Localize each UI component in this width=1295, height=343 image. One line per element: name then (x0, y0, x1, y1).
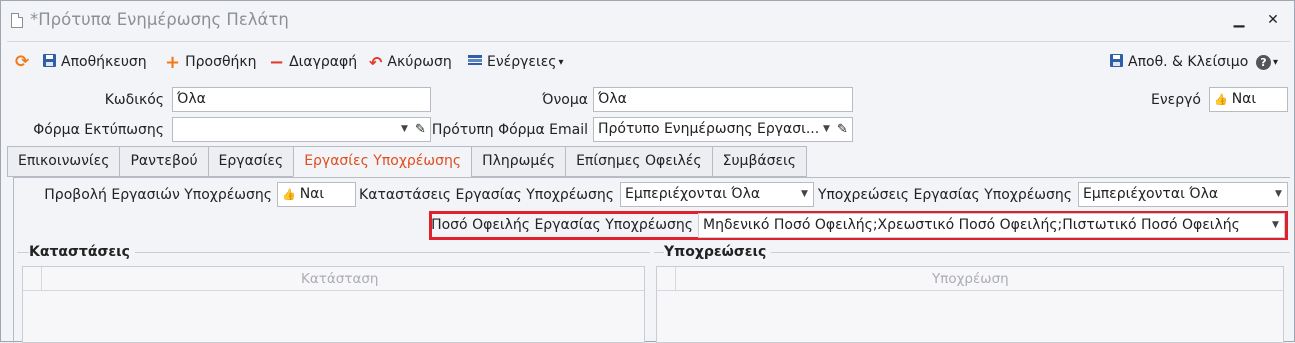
name-field[interactable]: Όλα (593, 87, 853, 112)
active-value: Ναι (1231, 91, 1257, 107)
chevron-down-icon[interactable]: ▼ (1275, 183, 1282, 206)
save-button[interactable]: Αποθήκευση (43, 53, 147, 71)
tab-obligation-tasks[interactable]: Εργασίες Υποχρέωσης (293, 146, 472, 177)
plus-icon: + (165, 51, 181, 73)
print-form-select[interactable]: ▼ ✎ (172, 117, 431, 142)
code-field[interactable]: Όλα (172, 87, 431, 112)
amount-select[interactable]: Μηδενικό Ποσό Οφειλής;Χρεωστικό Ποσό Οφε… (698, 213, 1285, 238)
obligations-select[interactable]: Εμπεριέχονται Όλα ▼ (1078, 182, 1288, 207)
states-select[interactable]: Εμπεριέχονται Όλα ▼ (620, 182, 814, 207)
states-label: Καταστάσεις Εργασίας Υποχρέωσης (359, 187, 614, 203)
name-label: Όνομα (542, 92, 588, 108)
obligations-label: Υποχρεώσεις Εργασίας Υποχρέωσης (817, 187, 1072, 203)
obligation-column-header[interactable]: Υποχρέωση (932, 271, 1009, 287)
actions-label: Ενέργειες (487, 54, 557, 70)
obligations-grid-header: Υποχρέωση (657, 267, 1283, 291)
print-form-label: Φόρμα Εκτύπωσης (33, 122, 164, 138)
obligations-value: Εμπεριέχονται Όλα (1083, 186, 1219, 202)
close-button[interactable]: ✕ (1263, 10, 1283, 30)
minus-icon: − (269, 51, 285, 73)
tab-tasks[interactable]: Εργασίες (207, 146, 294, 177)
email-form-select[interactable]: Πρότυπο Ενημέρωσης Εργασι... ▼ ✎ (593, 117, 853, 142)
chevron-down-icon[interactable]: ▼ (1272, 214, 1279, 237)
tab-payments[interactable]: Πληρωμές (471, 146, 566, 177)
state-column-header[interactable]: Κατάσταση (301, 271, 378, 287)
document-icon (11, 13, 23, 28)
show-obligation-tasks-value: Ναι (299, 186, 325, 202)
chevron-down-icon[interactable]: ▼ (801, 183, 808, 206)
thumbs-up-icon: 👍 (1214, 93, 1228, 106)
save-close-button[interactable]: Αποθ. & Κλείσιμο (1110, 53, 1248, 71)
list-icon (468, 54, 482, 70)
show-obligation-tasks-label: Προβολή Εργασιών Υποχρέωσης (44, 187, 272, 203)
floppy-disk-icon (43, 53, 56, 71)
pencil-icon[interactable]: ✎ (837, 118, 848, 141)
save-close-label: Αποθ. & Κλείσιμο (1128, 54, 1249, 70)
obligations-grid[interactable]: Υποχρέωση (656, 266, 1284, 343)
show-obligation-tasks-field[interactable]: 👍 Ναι (277, 182, 356, 207)
floppy-disk-icon (1110, 53, 1123, 71)
code-label: Κωδικός (104, 92, 164, 108)
delete-label: Διαγραφή (289, 54, 358, 70)
states-grid[interactable]: Κατάσταση (22, 266, 645, 343)
tab-appointments[interactable]: Ραντεβού (119, 146, 208, 177)
actions-menu-button[interactable]: Ενέργειες ▾ (468, 53, 564, 71)
amount-value: Μηδενικό Ποσό Οφειλής;Χρεωστικό Ποσό Οφε… (703, 217, 1240, 233)
states-grid-header: Κατάσταση (23, 267, 644, 291)
help-icon: ? (1256, 54, 1271, 70)
row-selector-header[interactable] (657, 267, 676, 290)
add-label: Προσθήκη (185, 54, 257, 70)
title-bar: *Πρότυπα Ενημέρωσης Πελάτη ▁ ✕ (1, 1, 1294, 38)
tab-contracts[interactable]: Συμβάσεις (711, 146, 808, 177)
refresh-icon[interactable]: ⟳ (15, 52, 29, 72)
obligations-group-title: Υποχρεώσεις (664, 244, 772, 260)
amount-label: Ποσό Οφειλής Εργασίας Υποχρέωσης (431, 217, 693, 233)
states-value: Εμπεριέχονται Όλα (625, 186, 761, 202)
chevron-down-icon: ▾ (1273, 56, 1279, 68)
pencil-icon[interactable]: ✎ (415, 118, 426, 141)
window-title: *Πρότυπα Ενημέρωσης Πελάτη (30, 10, 289, 29)
chevron-down-icon: ▾ (558, 56, 564, 68)
tab-official-debts[interactable]: Επίσημες Οφειλές (565, 146, 712, 177)
add-button[interactable]: + Προσθήκη (165, 51, 257, 73)
chevron-down-icon[interactable]: ▼ (401, 118, 408, 141)
cancel-button[interactable]: ↶ Ακύρωση (369, 52, 452, 72)
tab-communications[interactable]: Επικοινωνίες (7, 146, 120, 177)
email-form-label: Πρότυπη Φόρμα Email (431, 122, 588, 138)
thumbs-up-icon: 👍 (282, 188, 296, 201)
toolbar: ⟳ Αποθήκευση + Προσθήκη − Διαγραφή ↶ Ακύ… (7, 41, 1290, 79)
tab-strip: Επικοινωνίες Ραντεβού Εργασίες Εργασίες … (7, 146, 808, 177)
undo-icon: ↶ (369, 52, 383, 72)
save-label: Αποθήκευση (61, 54, 147, 70)
active-field[interactable]: 👍 Ναι (1209, 87, 1288, 112)
active-label: Ενεργό (1151, 92, 1201, 108)
chevron-down-icon[interactable]: ▼ (823, 118, 830, 141)
cancel-label: Ακύρωση (387, 54, 452, 70)
states-group-title: Καταστάσεις (29, 244, 135, 260)
delete-button[interactable]: − Διαγραφή (269, 51, 358, 73)
help-button[interactable]: ? ▾ (1256, 53, 1278, 71)
minimize-button[interactable]: ▁ (1229, 10, 1249, 30)
row-selector-header[interactable] (23, 267, 42, 290)
email-form-value: Πρότυπο Ενημέρωσης Εργασι... (598, 121, 820, 137)
application-window: *Πρότυπα Ενημέρωσης Πελάτη ▁ ✕ ⟳ Αποθήκε… (0, 0, 1295, 343)
